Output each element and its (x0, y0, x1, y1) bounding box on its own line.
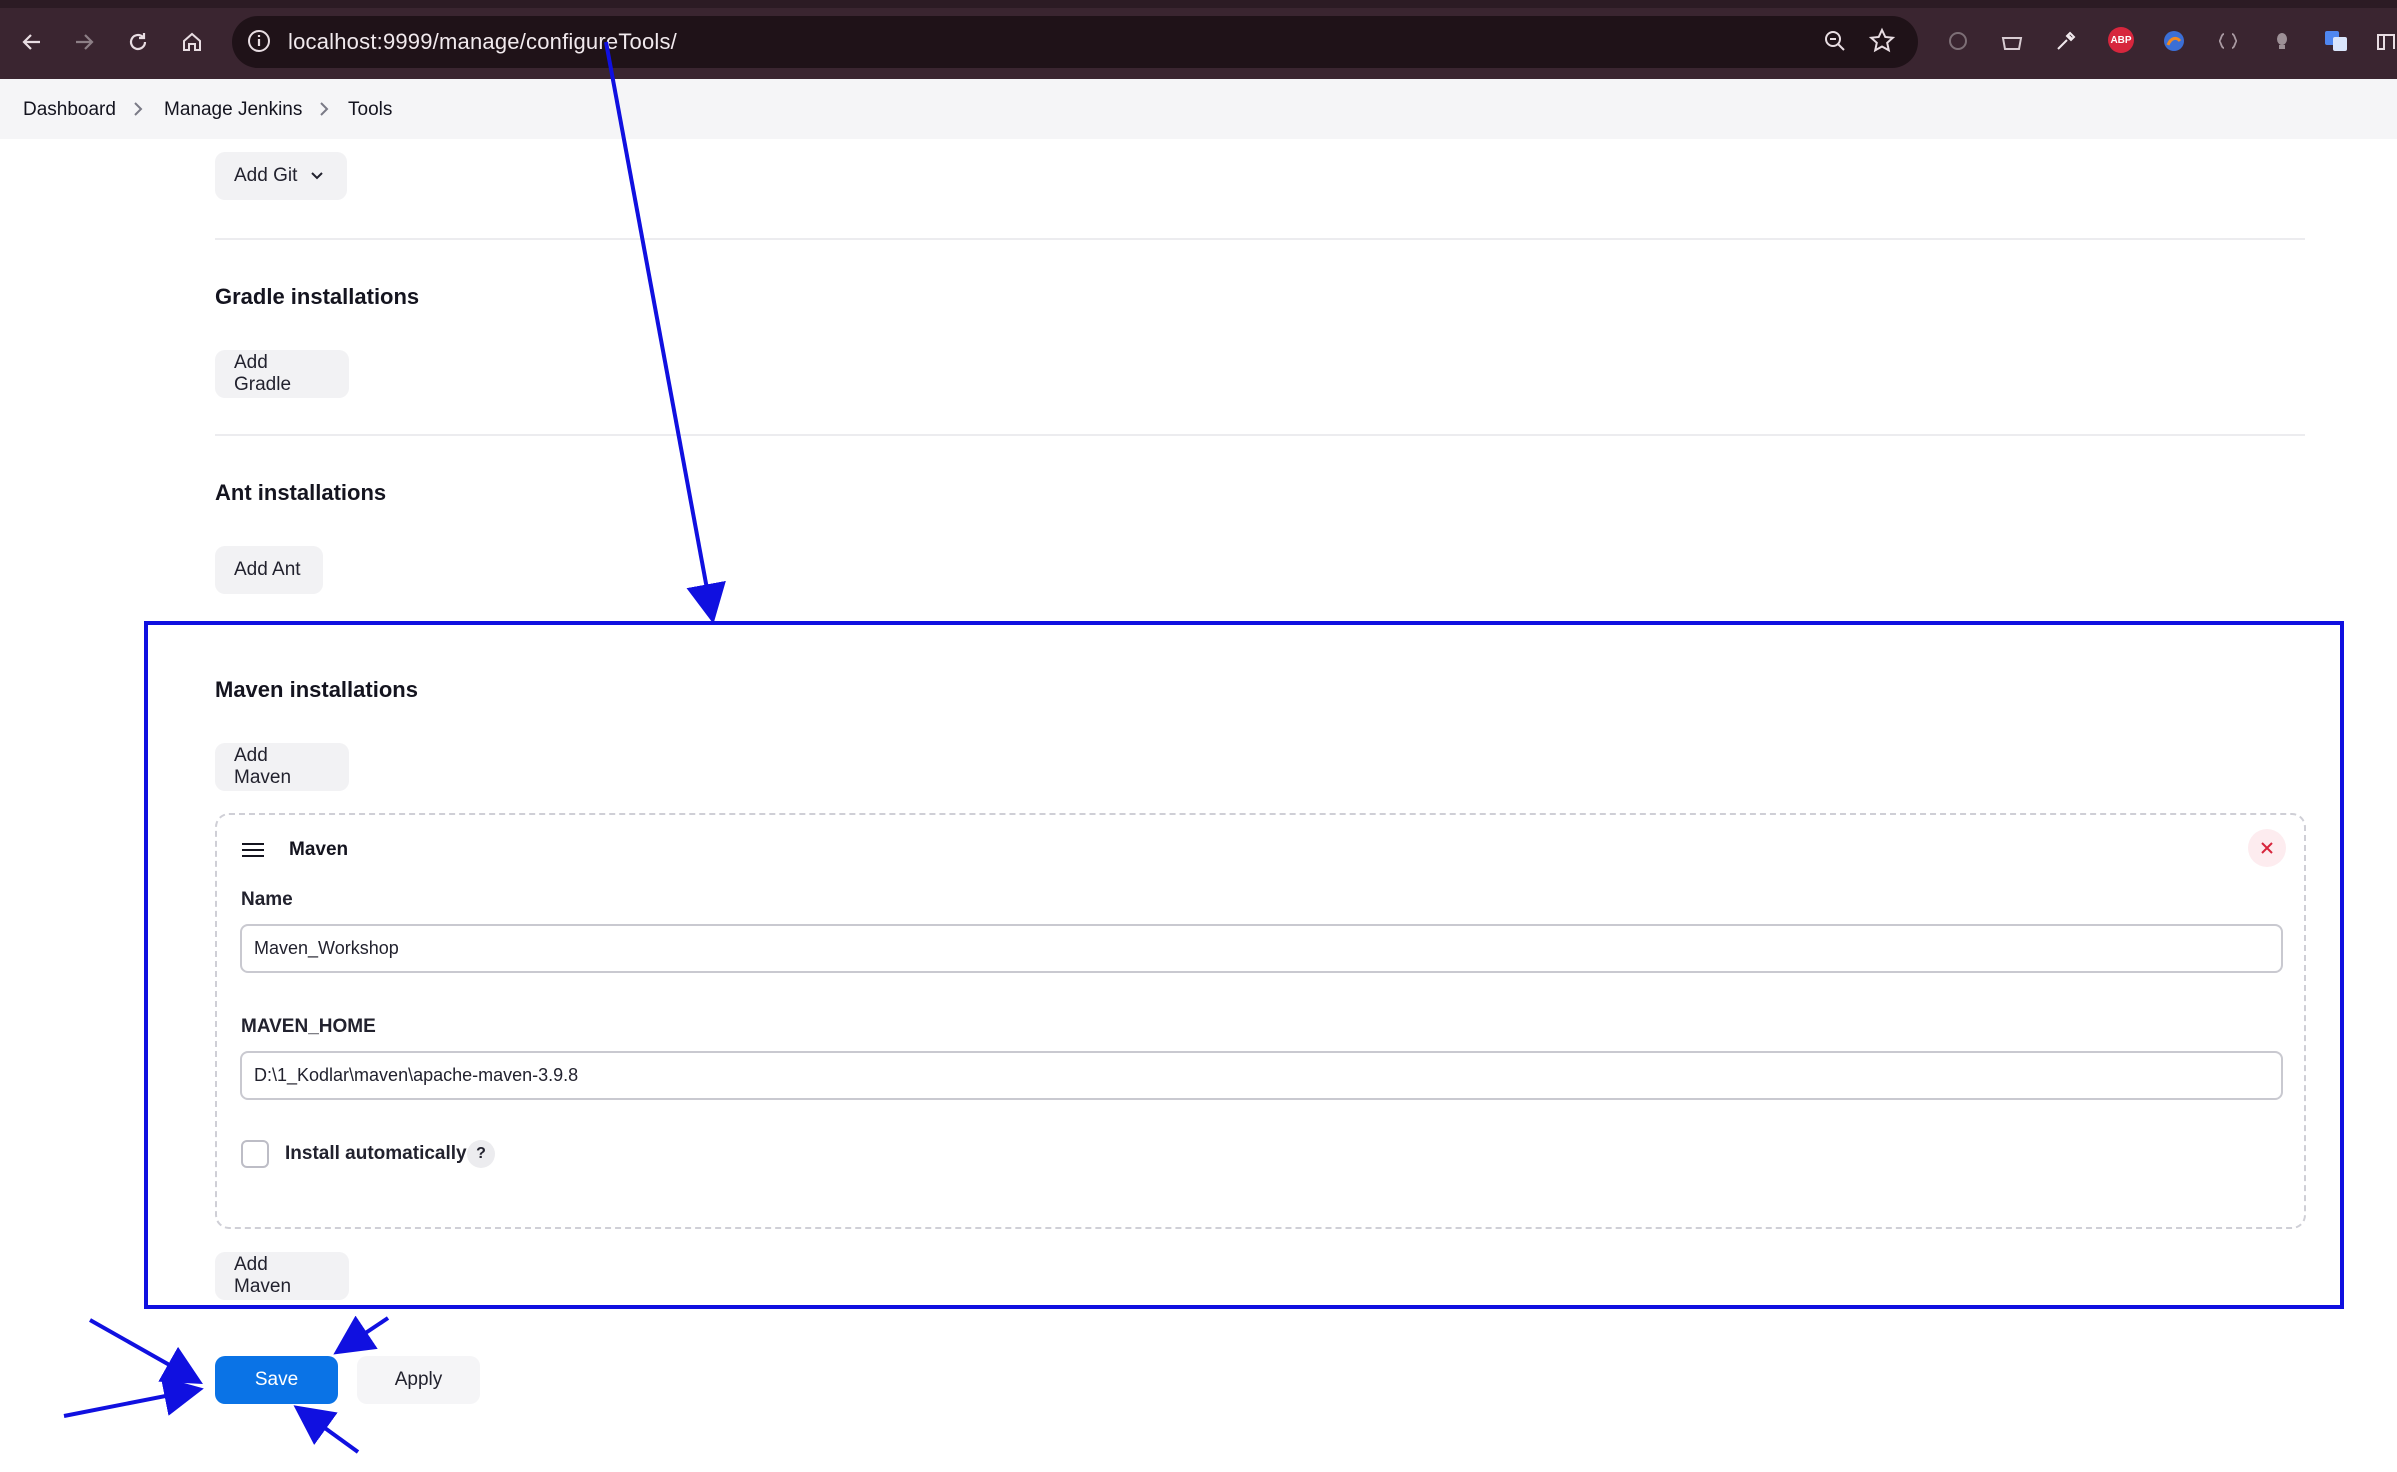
extension-basket-icon[interactable] (1998, 27, 2026, 55)
browser-toolbar: localhost:9999/manage/configureTools/ AB… (0, 0, 2397, 79)
gradle-section-title: Gradle installations (215, 284, 420, 309)
breadcrumb-tools[interactable]: Tools (348, 99, 392, 121)
site-info-icon[interactable] (246, 28, 272, 59)
annotation-highlight-box (144, 621, 2344, 1309)
tab-strip (0, 0, 2397, 8)
bookmark-star-icon[interactable] (1868, 27, 1896, 60)
annotation-arrow (293, 1405, 360, 1454)
home-icon (183, 32, 201, 51)
zoom-icon[interactable] (1822, 28, 1848, 59)
forward-button[interactable] (66, 24, 102, 60)
extension-adblock-icon[interactable]: ABP (2108, 27, 2134, 53)
apply-button[interactable]: Apply (357, 1356, 480, 1404)
chevron-right-icon (130, 98, 146, 125)
add-ant-button[interactable]: Add Ant (215, 546, 323, 594)
add-ant-label: Add Ant (234, 559, 301, 580)
url-text[interactable]: localhost:9999/manage/configureTools/ (288, 29, 677, 55)
extension-firefox-like-icon[interactable] (2160, 27, 2188, 55)
address-bar[interactable]: localhost:9999/manage/configureTools/ (232, 16, 1918, 68)
ant-section-title: Ant installations (215, 480, 387, 505)
breadcrumb-manage-jenkins[interactable]: Manage Jenkins (164, 99, 302, 121)
extension-translate-icon[interactable] (2322, 27, 2350, 55)
section-divider (215, 238, 2305, 240)
breadcrumb: Dashboard Manage Jenkins Tools (0, 79, 2397, 139)
extension-brackets-icon[interactable] (2214, 27, 2242, 55)
add-git-button[interactable]: Add Git (215, 152, 347, 200)
save-button[interactable]: Save (215, 1356, 338, 1404)
back-button[interactable] (14, 24, 50, 60)
arrow-right-icon (76, 34, 94, 50)
chevron-right-icon (316, 98, 332, 125)
add-gradle-label: Add Gradle (234, 352, 292, 395)
extension-eyedropper-icon[interactable] (2052, 27, 2080, 55)
arrow-left-icon (22, 34, 40, 50)
extension-bulb-icon[interactable] (2268, 27, 2296, 55)
extensions-puzzle-icon[interactable] (2372, 27, 2397, 55)
add-gradle-button[interactable]: Add Gradle (215, 350, 349, 398)
reload-button[interactable] (120, 24, 156, 60)
annotation-arrow (89, 1318, 203, 1384)
home-button[interactable] (174, 24, 210, 60)
reload-icon (129, 33, 147, 51)
breadcrumb-dashboard[interactable]: Dashboard (23, 99, 116, 121)
extension-sync-icon[interactable] (1944, 27, 1972, 55)
annotation-arrow (333, 1315, 390, 1355)
annotation-arrow (63, 1376, 204, 1418)
section-divider (215, 434, 2305, 436)
chevron-down-icon (311, 172, 324, 180)
add-git-label: Add Git (234, 165, 298, 186)
